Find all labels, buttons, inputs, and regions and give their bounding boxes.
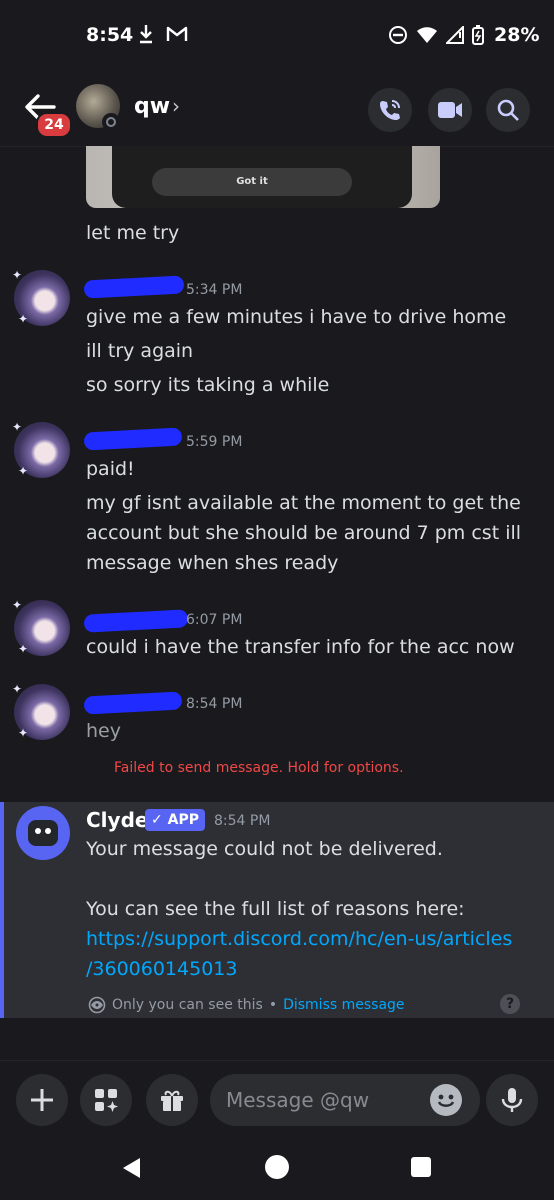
add-attachment-button[interactable] [16,1074,68,1126]
image-attachment[interactable]: Got it [86,146,440,208]
user-avatar[interactable]: ✦ ✦ [12,682,70,740]
message-text[interactable]: message when shes ready [86,552,338,574]
message-text[interactable]: so sorry its taking a while [86,374,329,396]
battery-icon [472,25,484,45]
user-avatar[interactable]: ✦ ✦ [12,598,70,656]
message-text[interactable]: give me a few minutes i have to drive ho… [86,306,506,328]
apps-button[interactable] [80,1074,132,1126]
voice-call-button[interactable] [368,88,412,132]
message-text[interactable]: could i have the transfer info for the a… [86,636,515,658]
star-icon: ✦ [18,312,29,326]
search-icon [497,99,519,121]
message-text[interactable]: paid! [86,458,135,480]
user-avatar[interactable]: ✦ ✦ [12,420,70,478]
dismiss-message-link[interactable]: Dismiss message [283,997,404,1013]
help-icon[interactable]: ? [500,994,520,1014]
download-icon [140,25,152,44]
unread-badge: 24 [36,112,72,138]
gift-icon [161,1090,183,1111]
failed-send-notice[interactable]: Failed to send message. Hold for options… [114,760,404,776]
timestamp: 5:59 PM [186,434,243,450]
channel-name[interactable]: qw [134,94,170,119]
star-icon: ✦ [12,682,23,696]
video-icon [438,102,462,118]
redaction-mark [83,427,183,451]
support-link[interactable]: /360060145013 [86,958,237,980]
clyde-avatar[interactable] [16,806,70,860]
clyde-face-icon [28,820,58,846]
chevron-right-icon[interactable]: › [172,94,180,118]
emoji-icon[interactable] [430,1084,462,1116]
gmail-icon [166,26,188,41]
star-icon: ✦ [18,642,29,656]
star-icon: ✦ [18,464,29,478]
ephemeral-note: Only you can see this • Dismiss message [88,996,405,1014]
timestamp: 5:34 PM [186,282,243,298]
message-text[interactable]: let me try [86,222,179,244]
signal-icon [446,26,464,44]
message-text[interactable]: account but she should be around 7 pm cs… [86,522,521,544]
app-tag: ✓ APP [145,809,205,831]
redaction-mark [83,275,185,299]
failed-message-text[interactable]: hey [86,720,121,742]
star-icon: ✦ [18,726,29,740]
redaction-mark [83,691,183,715]
apps-icon [95,1089,118,1112]
star-icon: ✦ [12,420,23,434]
status-indicator [102,113,120,131]
battery-percent: 28% [494,24,540,46]
search-button[interactable] [486,88,530,132]
microphone-icon [501,1088,523,1112]
separator: • [268,997,278,1013]
system-nav-bar [0,1138,554,1200]
image-button-text: Got it [152,168,352,196]
support-link[interactable]: https://support.discord.com/hc/en-us/art… [86,928,512,950]
redaction-mark [83,609,189,633]
clyde-name[interactable]: Clyde [86,808,148,832]
eye-icon [88,996,106,1014]
message-text[interactable]: my gf isnt available at the moment to ge… [86,492,521,514]
clyde-text: You can see the full list of reasons her… [86,898,465,920]
nav-back-icon[interactable] [120,1156,144,1180]
dnd-icon [389,26,407,44]
message-text[interactable]: ill try again [86,340,193,362]
wifi-icon [417,27,437,43]
star-icon: ✦ [12,268,23,282]
timestamp: 8:54 PM [186,696,243,712]
status-bar: 8:54 28% [0,0,554,72]
user-avatar[interactable]: ✦ ✦ [12,268,70,326]
only-you-text: Only you can see this [112,997,263,1013]
timestamp: 8:54 PM [214,813,271,829]
clyde-text: Your message could not be delivered. [86,838,443,860]
timestamp: 6:07 PM [186,612,243,628]
nav-home-icon[interactable] [264,1154,290,1180]
call-icon [380,100,400,120]
gift-button[interactable] [146,1074,198,1126]
status-time: 8:54 [86,24,134,46]
nav-recents-icon[interactable] [410,1156,432,1178]
video-call-button[interactable] [428,88,472,132]
phone-screenshot: Got it [112,146,412,208]
star-icon: ✦ [12,598,23,612]
voice-message-button[interactable] [486,1074,538,1126]
plus-icon [31,1089,53,1111]
